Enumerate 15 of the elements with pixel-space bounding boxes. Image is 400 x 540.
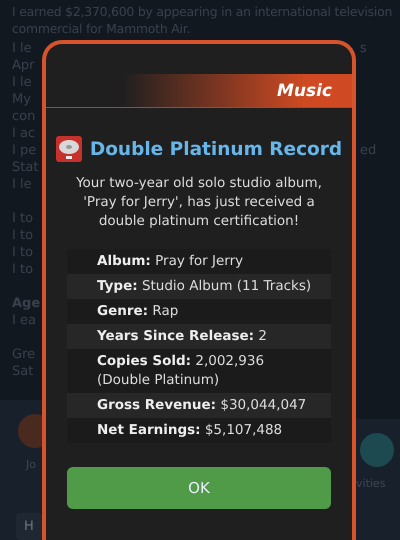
circle-icon <box>360 433 394 467</box>
detail-row: Genre: Rap <box>67 299 331 324</box>
ok-button[interactable]: OK <box>67 467 331 509</box>
detail-row: Net Earnings: $5,107,488 <box>67 418 331 443</box>
category-label: Music <box>276 80 332 100</box>
dialog-title: Double Platinum Record <box>90 138 342 160</box>
detail-row: Years Since Release: 2 <box>67 324 331 349</box>
dialog-message: Your two-year old solo studio album, 'Pray for Jerry', has just received a double platinum certification! <box>75 174 323 231</box>
detail-row: Album: Pray for Jerry <box>67 249 331 274</box>
record-icon <box>56 136 82 162</box>
circle-icon <box>18 414 42 448</box>
detail-row: Type: Studio Album (11 Tracks) <box>67 274 331 299</box>
detail-row: Gross Revenue: $30,044,047 <box>67 393 331 418</box>
detail-row: Copies Sold: 2,002,936 (Double Platinum) <box>67 349 331 393</box>
background-button[interactable]: H <box>16 513 42 540</box>
